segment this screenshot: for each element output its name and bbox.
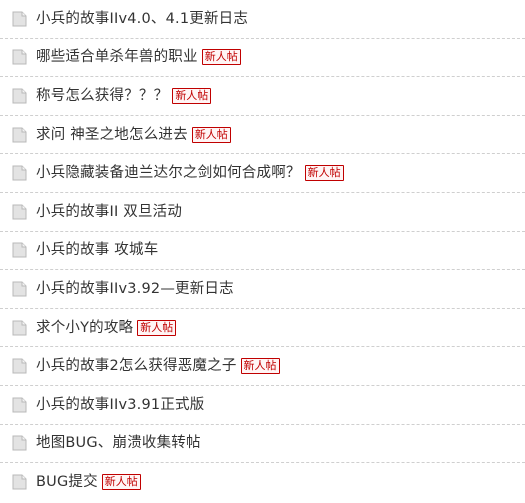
thread-row-8[interactable]: 小兵的故事IIv3.92—更新日志 bbox=[0, 270, 525, 309]
document-icon bbox=[12, 11, 27, 27]
thread-title[interactable]: 小兵的故事2怎么获得恶魔之子 bbox=[36, 357, 237, 375]
thread-title[interactable]: 求个小Y的攻略 bbox=[36, 319, 133, 337]
thread-row-4[interactable]: 求问 神圣之地怎么进去 新人帖 bbox=[0, 116, 525, 155]
document-icon bbox=[12, 281, 27, 297]
thread-row-9[interactable]: 求个小Y的攻略 新人帖 bbox=[0, 309, 525, 348]
document-icon bbox=[12, 88, 27, 104]
document-icon bbox=[12, 474, 27, 490]
thread-title[interactable]: 哪些适合单杀年兽的职业 bbox=[36, 48, 198, 66]
document-icon bbox=[12, 320, 27, 336]
thread-row-2[interactable]: 哪些适合单杀年兽的职业 新人帖 bbox=[0, 39, 525, 78]
document-icon bbox=[12, 242, 27, 258]
thread-title[interactable]: BUG提交 bbox=[36, 473, 98, 491]
document-icon bbox=[12, 127, 27, 143]
thread-row-5[interactable]: 小兵隐藏装备迪兰达尔之剑如何合成啊？ 新人帖 bbox=[0, 154, 525, 193]
new-post-badge: 新人帖 bbox=[172, 87, 212, 104]
new-post-badge: 新人帖 bbox=[201, 49, 241, 66]
thread-row-13[interactable]: BUG提交 新人帖 bbox=[0, 463, 525, 502]
thread-title[interactable]: 求问 神圣之地怎么进去 bbox=[36, 126, 188, 144]
thread-title[interactable]: 小兵的故事 攻城车 bbox=[36, 241, 158, 259]
thread-title[interactable]: 小兵的故事II 双旦活动 bbox=[36, 203, 182, 221]
new-post-badge: 新人帖 bbox=[304, 165, 344, 182]
thread-row-11[interactable]: 小兵的故事IIv3.91正式版 bbox=[0, 386, 525, 425]
thread-title[interactable]: 地图BUG、崩溃收集转帖 bbox=[36, 434, 201, 452]
thread-title[interactable]: 小兵的故事IIv3.91正式版 bbox=[36, 396, 204, 414]
thread-list: 小兵的故事IIv4.0、4.1更新日志 哪些适合单杀年兽的职业 新人帖 称号怎么… bbox=[0, 0, 525, 502]
document-icon bbox=[12, 397, 27, 413]
document-icon bbox=[12, 165, 27, 181]
thread-title[interactable]: 小兵的故事IIv4.0、4.1更新日志 bbox=[36, 10, 248, 28]
thread-title[interactable]: 称号怎么获得？？？ bbox=[36, 87, 168, 105]
new-post-badge: 新人帖 bbox=[101, 474, 141, 491]
thread-row-10[interactable]: 小兵的故事2怎么获得恶魔之子 新人帖 bbox=[0, 347, 525, 386]
document-icon bbox=[12, 435, 27, 451]
thread-row-7[interactable]: 小兵的故事 攻城车 bbox=[0, 232, 525, 271]
thread-title[interactable]: 小兵的故事IIv3.92—更新日志 bbox=[36, 280, 234, 298]
new-post-badge: 新人帖 bbox=[240, 358, 280, 375]
new-post-badge: 新人帖 bbox=[191, 126, 231, 143]
thread-row-12[interactable]: 地图BUG、崩溃收集转帖 bbox=[0, 425, 525, 464]
thread-row-6[interactable]: 小兵的故事II 双旦活动 bbox=[0, 193, 525, 232]
document-icon bbox=[12, 204, 27, 220]
thread-row-3[interactable]: 称号怎么获得？？？ 新人帖 bbox=[0, 77, 525, 116]
document-icon bbox=[12, 358, 27, 374]
thread-title[interactable]: 小兵隐藏装备迪兰达尔之剑如何合成啊？ bbox=[36, 164, 301, 182]
new-post-badge: 新人帖 bbox=[137, 319, 177, 336]
document-icon bbox=[12, 49, 27, 65]
thread-row-1[interactable]: 小兵的故事IIv4.0、4.1更新日志 bbox=[0, 0, 525, 39]
